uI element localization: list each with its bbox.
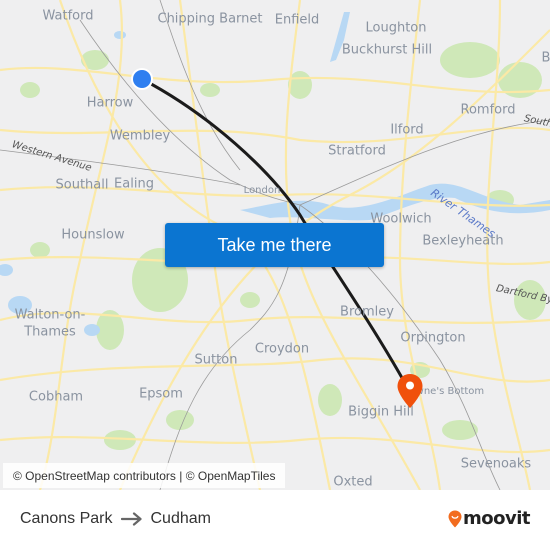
place-label: Loughton (365, 20, 427, 36)
destination-marker[interactable] (396, 373, 424, 409)
place-label: Ealing (114, 176, 154, 192)
place-label: Enfield (274, 12, 320, 28)
place-label: Romford (460, 102, 516, 118)
origin-dot-icon (131, 68, 153, 90)
place-label: Sutton (194, 352, 238, 368)
place-label: Croydon (254, 341, 310, 357)
place-label: Sevenoaks (460, 456, 532, 472)
place-label: B (541, 50, 550, 66)
place-label: Cobham (28, 389, 84, 405)
place-label: Thames (24, 324, 76, 340)
attribution-text: © OpenStreetMap contributors | © OpenMap… (13, 468, 276, 483)
place-label: Bromley (340, 304, 394, 320)
place-label: Chipping Barnet (157, 11, 263, 27)
place-label: Hounslow (61, 227, 125, 243)
place-label: Stratford (328, 143, 386, 159)
place-label: Watford (42, 8, 94, 24)
map[interactable]: Watford Chipping Barnet Enfield Loughton Buc… (0, 0, 550, 490)
origin-name: Canons Park (20, 510, 113, 527)
place-label: Ilford (390, 122, 424, 138)
place-label: Wembley (109, 128, 171, 144)
place-label: London (243, 185, 281, 196)
origin-marker[interactable] (130, 67, 154, 91)
place-label: Orpington (400, 330, 466, 346)
place-label: Southall (55, 177, 109, 193)
take-me-there-label: Take me there (217, 234, 332, 255)
place-label: Walton-on- (14, 307, 86, 323)
map-attribution: © OpenStreetMap contributors | © OpenMap… (3, 463, 286, 488)
place-label: Buckhurst Hill (341, 42, 433, 58)
place-label: Oxted (333, 474, 373, 490)
moovit-wordmark: moovit (463, 508, 531, 529)
route-title: Canons Park Cudham (20, 510, 211, 528)
take-me-there-button[interactable]: Take me there (165, 223, 384, 267)
moovit-pin-icon (448, 510, 462, 527)
moovit-logo: moovit (448, 508, 531, 529)
destination-pin-icon (397, 374, 423, 408)
destination-name: Cudham (150, 510, 211, 527)
place-label: Harrow (86, 95, 134, 111)
right-arrow-icon (120, 512, 143, 526)
place-label: Epsom (139, 386, 183, 402)
